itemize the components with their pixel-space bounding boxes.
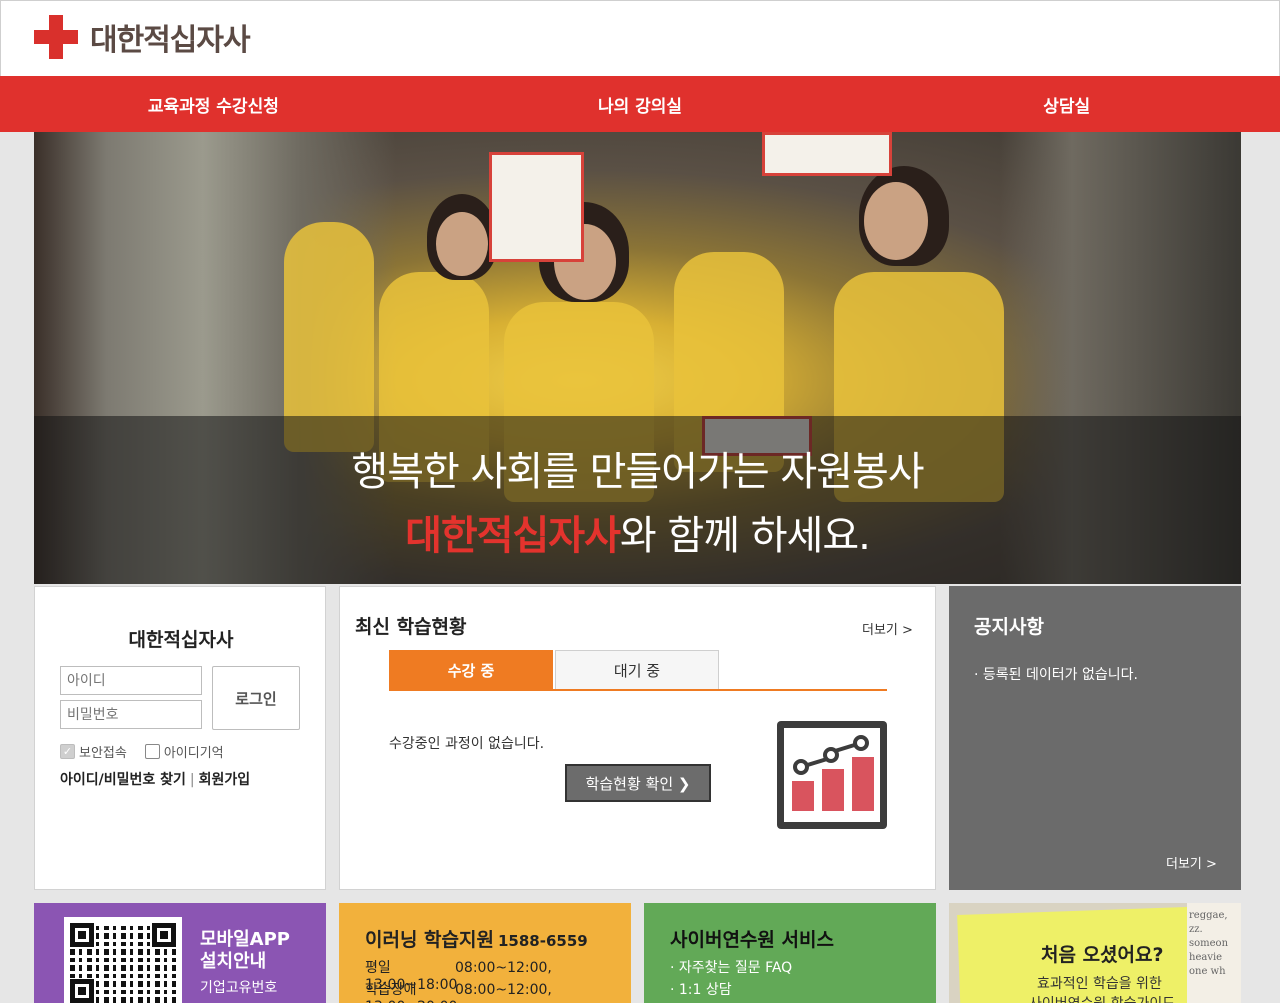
cyber-service-tile: 사이버연수원 서비스 · 자주찾는 질문 FAQ · 1:1 상담 bbox=[644, 903, 936, 1003]
hero-caption: 행복한 사회를 만들어가는 자원봉사 대한적십자사와 함께 하세요. bbox=[34, 416, 1241, 584]
tab-waiting[interactable]: 대기 중 bbox=[555, 650, 719, 690]
study-title: 최신 학습현황 bbox=[355, 616, 467, 638]
elearning-support-tile[interactable]: 이러닝 학습지원 1588-6559 평일 08:00~12:00, 13:00~1… bbox=[339, 903, 631, 1003]
study-empty-message: 수강중인 과정이 없습니다. bbox=[389, 736, 545, 752]
hero-banner: 행복한 사회를 만들어가는 자원봉사 대한적십자사와 함께 하세요. bbox=[34, 132, 1241, 584]
support-phone: 1588-6559 bbox=[497, 932, 588, 950]
nav-course-apply[interactable]: 교육과정 수강신청 bbox=[0, 76, 427, 132]
link-separator: | bbox=[189, 772, 195, 788]
login-panel: 대한적십자사 로그인 ✓ 보안접속 아이디기억 아이디/비밀번호 찾기|회원가입 bbox=[34, 586, 326, 890]
book-page: reggae, zz. someon heavie one wh bbox=[1187, 903, 1241, 1003]
hours-label: 평일 bbox=[365, 960, 391, 976]
hero-figure-face bbox=[864, 182, 928, 260]
notice-empty-message: · 등록된 데이터가 없습니다. bbox=[974, 667, 1138, 683]
hero-relief-box bbox=[762, 132, 892, 176]
hours-label: 학습장애 bbox=[365, 982, 417, 998]
logo-text: 대한적십자사 bbox=[90, 23, 251, 58]
hero-subheadline-rest: 와 함께 하세요. bbox=[619, 513, 871, 559]
first-visit-guide: 사이버연수원 학습가이드 bbox=[1029, 993, 1175, 1003]
study-status-panel: 최신 학습현황 더보기 > 수강 중 대기 중 수강중인 과정이 없습니다. 학… bbox=[339, 586, 936, 890]
mobile-app-title-line2: 설치안내 bbox=[200, 951, 267, 972]
hero-headline: 행복한 사회를 만들어가는 자원봉사 bbox=[351, 449, 924, 495]
find-account-link[interactable]: 아이디/비밀번호 찾기 bbox=[60, 772, 186, 788]
notice-more-link[interactable]: 더보기 > bbox=[1166, 853, 1217, 872]
tab-underline bbox=[389, 689, 887, 691]
study-more-link[interactable]: 더보기 > bbox=[862, 619, 913, 638]
password-input[interactable] bbox=[60, 700, 202, 729]
elearning-title: 이러닝 학습지원 1588-6559 bbox=[365, 925, 588, 952]
join-link[interactable]: 회원가입 bbox=[199, 772, 251, 788]
qr-code-icon bbox=[64, 917, 182, 1003]
study-status-button[interactable]: 학습현황 확인 ❯ bbox=[565, 764, 711, 802]
secure-login-checkbox[interactable]: ✓ bbox=[60, 744, 75, 759]
login-links: 아이디/비밀번호 찾기 | 회원가입 bbox=[60, 769, 250, 789]
hero-figure-face bbox=[436, 212, 488, 276]
nav-my-classroom[interactable]: 나의 강의실 bbox=[427, 76, 854, 132]
hours-row: 학습장애08:00~12:00, 13:00~20:00 bbox=[365, 979, 631, 1003]
hero-relief-box bbox=[489, 152, 584, 262]
one-to-one-link[interactable]: · 1:1 상담 bbox=[670, 979, 732, 999]
chart-growth-icon bbox=[777, 721, 887, 829]
mobile-app-title-line1: 모바일APP bbox=[200, 929, 290, 950]
notice-title: 공지사항 bbox=[974, 616, 1044, 638]
first-visit-tile[interactable]: reggae, zz. someon heavie one wh 처음 오셨어요… bbox=[949, 903, 1241, 1003]
nav-counseling[interactable]: 상담실 bbox=[853, 76, 1280, 132]
tab-in-progress[interactable]: 수강 중 bbox=[389, 650, 553, 690]
login-button[interactable]: 로그인 bbox=[212, 666, 300, 730]
site-logo[interactable]: 대한적십자사 bbox=[34, 15, 251, 59]
secure-login-label: 보안접속 bbox=[79, 746, 127, 761]
user-id-input[interactable] bbox=[60, 666, 202, 695]
mobile-app-tile[interactable]: 모바일APP 설치안내 기업고유번호 bbox=[34, 903, 326, 1003]
login-options: ✓ 보안접속 아이디기억 bbox=[60, 742, 224, 761]
company-code-label: 기업고유번호 bbox=[200, 980, 278, 996]
cyber-service-title: 사이버연수원 서비스 bbox=[670, 929, 834, 951]
login-title: 대한적십자사 bbox=[128, 629, 234, 651]
hero-highlight: 대한적십자사 bbox=[405, 513, 621, 559]
first-visit-title: 처음 오셨어요? bbox=[1041, 944, 1164, 966]
site-header: 대한적십자사 bbox=[0, 0, 1280, 76]
first-visit-subtitle: 효과적인 학습을 위한 bbox=[1037, 976, 1162, 992]
hero-subheadline: 대한적십자사와 함께 하세요. bbox=[405, 503, 871, 561]
faq-link[interactable]: · 자주찾는 질문 FAQ bbox=[670, 957, 792, 977]
notice-panel: 공지사항 · 등록된 데이터가 없습니다. 더보기 > bbox=[949, 586, 1241, 890]
remember-id-checkbox[interactable] bbox=[144, 744, 160, 759]
main-nav: 교육과정 수강신청 나의 강의실 상담실 bbox=[0, 76, 1280, 132]
red-cross-icon bbox=[34, 15, 78, 59]
elearning-title-text: 이러닝 학습지원 bbox=[365, 929, 494, 951]
remember-id-label: 아이디기억 bbox=[163, 746, 224, 761]
mobile-app-title: 모바일APP 설치안내 bbox=[200, 929, 290, 973]
